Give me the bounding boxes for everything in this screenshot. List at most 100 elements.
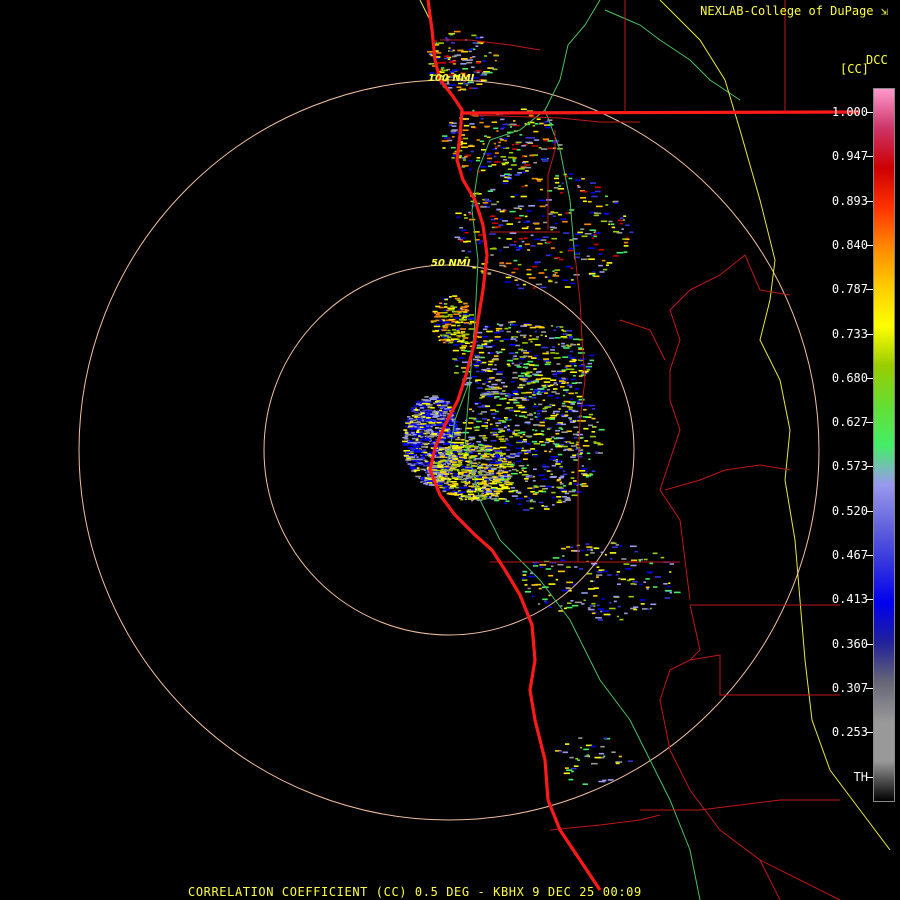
radar-echo-pixel [538,199,546,202]
radar-echo-pixel [510,195,515,198]
radar-echo-pixel [534,261,541,263]
radar-echo-pixel [502,163,506,166]
radar-echo-pixel [447,435,450,438]
radar-echo-pixel [596,421,599,423]
radar-echo-pixel [510,164,517,166]
radar-echo-pixel [516,284,520,286]
radar-echo-pixel [581,258,588,261]
radar-echo-pixel [449,471,452,473]
radar-echo-pixel [433,312,437,314]
radar-echo-pixel [541,384,546,387]
radar-echo-pixel [496,208,500,211]
legend-tick-label: 0.627 [831,415,868,430]
radar-echo-pixel [463,311,468,313]
radar-echo-pixel [515,143,519,145]
radar-echo-pixel [582,783,588,785]
radar-echo-pixel [479,140,485,143]
radar-echo-pixel [461,146,468,148]
radar-echo-pixel [545,485,553,488]
radar-echo-pixel [439,464,443,467]
radar-echo-pixel [505,443,510,445]
radar-echo-pixel [419,464,422,467]
radar-echo-pixel [486,419,490,421]
radar-echo-pixel [566,581,573,584]
radar-echo-pixel [439,62,447,64]
radar-echo-pixel [602,268,608,271]
radar-echo-pixel [452,455,457,457]
radar-echo-pixel [461,367,466,369]
radar-echo-pixel [482,487,487,490]
radar-echo-pixel [482,383,486,385]
radar-echo-pixel [449,49,453,52]
radar-echo-pixel [621,558,627,560]
radar-echo-pixel [565,365,572,367]
radar-echo-pixel [435,42,438,45]
radar-echo-pixel [422,405,425,407]
radar-echo-pixel [521,384,526,387]
legend-tick-mark [866,244,873,246]
radar-echo-pixel [464,498,467,501]
radar-echo-pixel [617,605,621,608]
radar-echo-pixel [618,219,623,222]
radar-echo-pixel [603,613,611,616]
radar-echo-pixel [542,465,550,468]
radar-echo-pixel [512,371,518,374]
radar-echo-pixel [522,574,527,576]
legend-tick-mark [866,422,873,424]
radar-echo-pixel [525,480,528,482]
radar-echo-pixel [585,554,589,556]
radar-echo-pixel [484,388,491,390]
radar-echo-pixel [452,154,457,157]
radar-echo-pixel [549,384,554,387]
radar-echo-pixel [591,431,596,433]
radar-echo-pixel [435,40,437,42]
radar-echo-pixel [542,488,546,490]
radar-echo-pixel [596,574,603,576]
radar-echo-pixel [507,365,511,367]
radar-echo-pixel [552,140,559,142]
radar-echo-pixel [494,478,499,480]
radar-echo-pixel [468,168,472,171]
radar-echo-pixel [413,453,416,456]
radar-echo-pixel [422,449,427,451]
radar-echo-pixel [565,411,568,413]
radar-echo-pixel [455,212,462,215]
radar-echo-pixel [556,496,561,498]
radar-echo-pixel [495,422,502,424]
radar-echo-pixel [463,449,467,451]
radar-echo-pixel [508,321,513,324]
radar-echo-pixel [584,440,589,442]
radar-echo-pixel [506,363,511,366]
radar-echo-pixel [562,555,565,557]
radar-echo-pixel [491,458,497,461]
radar-echo-pixel [532,125,536,127]
radar-echo-pixel [475,379,482,381]
radar-echo-pixel [550,211,554,213]
radar-echo-pixel [504,139,507,142]
radar-echo-pixel [586,369,591,371]
radar-echo-pixel [519,214,524,217]
radar-echo-pixel [629,545,637,548]
radar-echo-pixel [413,463,417,465]
radar-echo-pixel [588,413,594,416]
radar-echo-pixel [553,388,558,390]
radar-echo-pixel [456,447,462,450]
radar-echo-pixel [502,376,505,379]
radar-echo-pixel [518,465,525,467]
radar-echo-pixel [532,480,536,482]
radar-echo-pixel [526,220,531,223]
radar-echo-pixel [510,126,512,128]
radar-echo-pixel [462,68,469,70]
radar-echo-pixel [426,412,430,415]
radar-echo-pixel [521,467,527,469]
radar-echo-pixel [445,323,452,326]
radar-echo-pixel [525,476,530,478]
radar-echo-pixel [576,400,580,403]
radar-echo-pixel [542,386,547,388]
radar-echo-pixel [591,612,596,615]
radar-echo-pixel [423,482,429,485]
radar-echo-pixel [442,135,448,137]
radar-echo-pixel [600,745,605,748]
radar-echo-pixel [537,412,541,415]
radar-echo-pixel [616,251,624,254]
